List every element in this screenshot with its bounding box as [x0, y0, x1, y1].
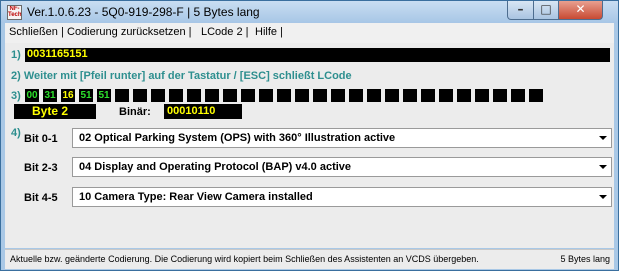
status-message: Aktuelle bzw. geänderte Codierung. Die C…	[10, 254, 479, 264]
byte-cell[interactable]: 31	[43, 89, 57, 102]
byte-cell-empty[interactable]	[493, 89, 507, 102]
status-bar: Aktuelle bzw. geänderte Codierung. Die C…	[5, 249, 614, 269]
coding-value: 0031165151	[27, 48, 88, 60]
byte-cell-empty[interactable]	[475, 89, 489, 102]
maximize-button[interactable]: □	[533, 1, 559, 20]
byte-cell-empty[interactable]	[529, 89, 543, 102]
client-area: 1) 0031165151 2) Weiter mit [Pfeil runte…	[5, 43, 614, 248]
instruction-text: 2) Weiter mit [Pfeil runter] auf der Tas…	[11, 70, 352, 82]
coding-value-field[interactable]: 0031165151	[25, 48, 610, 62]
bit-2-3-value: 04 Display and Operating Protocol (BAP) …	[79, 161, 352, 173]
byte-cell-empty[interactable]	[313, 89, 327, 102]
byte-cell-empty[interactable]	[349, 89, 363, 102]
close-button[interactable]: ✕	[558, 1, 603, 20]
lcode-window: NF-Tech Ver.1.0.6.23 - 5Q0-919-298-F | 5…	[0, 0, 619, 271]
byte-cell-empty[interactable]	[277, 89, 291, 102]
byte-cell[interactable]: 51	[97, 89, 111, 102]
bit-0-1-label: Bit 0-1	[24, 133, 58, 145]
byte-cell-empty[interactable]	[115, 89, 129, 102]
minimize-button[interactable]: –	[507, 1, 534, 20]
app-logo-icon: NF-Tech	[7, 5, 22, 20]
byte-cell-empty[interactable]	[241, 89, 255, 102]
title-bar[interactable]: NF-Tech Ver.1.0.6.23 - 5Q0-919-298-F | 5…	[1, 1, 618, 23]
bit-2-3-dropdown[interactable]: 04 Display and Operating Protocol (BAP) …	[72, 157, 612, 177]
byte-cell[interactable]: 00	[25, 89, 39, 102]
byte-cell-empty[interactable]	[169, 89, 183, 102]
byte-cell-empty[interactable]	[439, 89, 453, 102]
byte-cell-empty[interactable]	[403, 89, 417, 102]
byte-selector-label: Byte 2	[14, 104, 96, 119]
byte-cell-empty[interactable]	[151, 89, 165, 102]
byte-cell-empty[interactable]	[133, 89, 147, 102]
menu-codierung-zuruecksetzen[interactable]: Codierung zurücksetzen |	[67, 26, 192, 38]
byte-cell-empty[interactable]	[331, 89, 345, 102]
menu-hilfe[interactable]: Hilfe |	[255, 26, 283, 38]
byte-cell-empty[interactable]	[367, 89, 381, 102]
window-title: Ver.1.0.6.23 - 5Q0-919-298-F | 5 Bytes l…	[27, 5, 260, 19]
byte-cell-empty[interactable]	[511, 89, 525, 102]
bit-4-5-label: Bit 4-5	[24, 192, 58, 204]
byte-cell-empty[interactable]	[457, 89, 471, 102]
byte-cell-empty[interactable]	[187, 89, 201, 102]
menu-schliessen[interactable]: Schließen |	[9, 26, 64, 38]
byte-cell-empty[interactable]	[385, 89, 399, 102]
byte-cell[interactable]: 16	[61, 89, 75, 102]
binar-value: 00010110	[164, 104, 242, 119]
chevron-down-icon	[599, 165, 607, 169]
bit-4-5-dropdown[interactable]: 10 Camera Type: Rear View Camera install…	[72, 187, 612, 207]
menu-lcode2[interactable]: LCode 2 |	[201, 26, 249, 38]
row3-number: 3)	[11, 90, 21, 102]
bit-0-1-value: 02 Optical Parking System (OPS) with 360…	[79, 132, 396, 144]
chevron-down-icon	[599, 195, 607, 199]
binar-label: Binär:	[119, 106, 151, 118]
byte-cell[interactable]: 51	[79, 89, 93, 102]
bit-0-1-dropdown[interactable]: 02 Optical Parking System (OPS) with 360…	[72, 128, 612, 148]
byte-cell-empty[interactable]	[295, 89, 309, 102]
byte-cell-empty[interactable]	[223, 89, 237, 102]
bit-4-5-value: 10 Camera Type: Rear View Camera install…	[79, 191, 313, 203]
byte-cell-empty[interactable]	[421, 89, 435, 102]
byte-cell-empty[interactable]	[205, 89, 219, 102]
menu-bar: Schließen | Codierung zurücksetzen | LCo…	[5, 23, 614, 43]
chevron-down-icon	[599, 136, 607, 140]
row4-number: 4)	[11, 127, 21, 139]
bit-2-3-label: Bit 2-3	[24, 162, 58, 174]
byte-cell-empty[interactable]	[259, 89, 273, 102]
status-byte-count: 5 Bytes lang	[560, 254, 610, 264]
row1-number: 1)	[11, 49, 21, 61]
